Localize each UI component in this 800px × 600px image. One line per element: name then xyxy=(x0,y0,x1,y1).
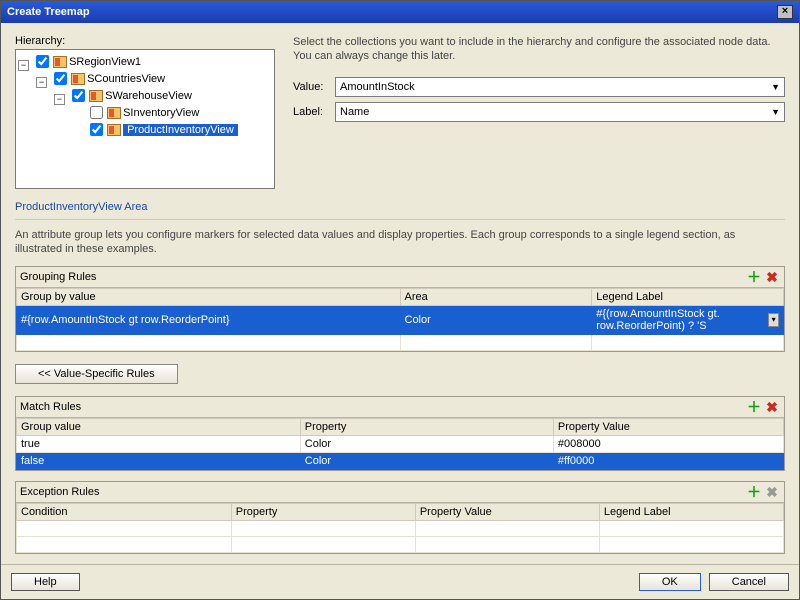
dialog: Create Treemap × Hierarchy: − SRegionVie… xyxy=(0,0,800,600)
value-specific-rules-button[interactable]: << Value-Specific Rules xyxy=(15,364,178,384)
match-rules-table[interactable]: Group value Property Property Value true… xyxy=(16,418,784,470)
close-icon[interactable]: × xyxy=(777,5,793,19)
chevron-down-icon: ▼ xyxy=(771,107,780,117)
tree-checkbox[interactable] xyxy=(90,106,103,119)
content: Hierarchy: − SRegionView1 xyxy=(1,23,799,564)
dialog-title: Create Treemap xyxy=(7,6,90,18)
table-row xyxy=(17,335,784,351)
exception-rules-title: Exception Rules xyxy=(20,486,100,498)
tree-checkbox[interactable] xyxy=(72,89,85,102)
col-property: Property xyxy=(300,419,553,436)
value-label: Value: xyxy=(293,81,329,93)
tree-item-label: SRegionView1 xyxy=(69,56,141,68)
table-row[interactable]: true Color #008000 xyxy=(17,436,784,453)
add-icon[interactable]: ＋ xyxy=(746,484,762,500)
cell-group-value[interactable]: false xyxy=(17,453,301,470)
view-icon xyxy=(53,56,67,68)
tree-item-label: SCountriesView xyxy=(87,73,165,85)
divider xyxy=(15,219,785,220)
title-bar: Create Treemap × xyxy=(1,1,799,23)
col-legend-label: Legend Label xyxy=(592,289,784,306)
cell-group-value[interactable]: true xyxy=(17,436,301,453)
chevron-down-icon: ▼ xyxy=(771,82,780,92)
table-row xyxy=(17,521,784,537)
delete-icon[interactable]: ✖ xyxy=(764,269,780,285)
table-row[interactable]: #{row.AmountInStock gt row.ReorderPoint}… xyxy=(17,306,784,335)
col-property-value: Property Value xyxy=(415,504,599,521)
grouping-rules-title: Grouping Rules xyxy=(20,271,96,283)
table-header-row: Group value Property Property Value xyxy=(17,419,784,436)
tree-checkbox[interactable] xyxy=(54,72,67,85)
area-section-title: ProductInventoryView Area xyxy=(15,201,785,213)
cell-property[interactable]: Color xyxy=(300,436,553,453)
grouping-rules-table[interactable]: Group by value Area Legend Label #{row.A… xyxy=(16,288,784,351)
table-row xyxy=(17,537,784,553)
col-property-value: Property Value xyxy=(553,419,783,436)
view-icon xyxy=(89,90,103,102)
footer: Help OK Cancel xyxy=(1,564,799,599)
collapse-icon[interactable]: − xyxy=(36,77,47,88)
cancel-button[interactable]: Cancel xyxy=(709,573,789,591)
label-selected: Name xyxy=(340,106,369,118)
col-condition: Condition xyxy=(17,504,232,521)
instruction-text: Select the collections you want to inclu… xyxy=(293,35,785,63)
area-description: An attribute group lets you configure ma… xyxy=(15,228,785,256)
col-property: Property xyxy=(231,504,415,521)
table-header-row: Condition Property Property Value Legend… xyxy=(17,504,784,521)
cell-area[interactable]: Color xyxy=(400,306,592,335)
cell-property-value[interactable]: #008000 xyxy=(553,436,783,453)
delete-icon[interactable]: ✖ xyxy=(764,399,780,415)
delete-icon: ✖ xyxy=(764,484,780,500)
tree-item-label: SInventoryView xyxy=(123,107,199,119)
exception-rules-table[interactable]: Condition Property Property Value Legend… xyxy=(16,503,784,553)
value-selected: AmountInStock xyxy=(340,81,415,93)
collapse-icon[interactable]: − xyxy=(54,94,65,105)
value-combo[interactable]: AmountInStock ▼ xyxy=(335,77,785,97)
add-icon[interactable]: ＋ xyxy=(746,399,762,415)
spacer xyxy=(72,125,83,136)
cell-property-value[interactable]: #ff0000 xyxy=(553,453,783,470)
label-label: Label: xyxy=(293,106,329,118)
hierarchy-tree[interactable]: − SRegionView1 − xyxy=(15,49,275,189)
hierarchy-label: Hierarchy: xyxy=(15,35,275,47)
cell-legend-text: #{(row.AmountInStock gt. row.ReorderPoin… xyxy=(596,308,768,332)
tree-checkbox[interactable] xyxy=(90,123,103,136)
cell-group-by-value[interactable]: #{row.AmountInStock gt row.ReorderPoint} xyxy=(17,306,401,335)
spacer xyxy=(72,108,83,119)
table-header-row: Group by value Area Legend Label xyxy=(17,289,784,306)
grouping-rules-panel: Grouping Rules ＋ ✖ Group by value Area L… xyxy=(15,266,785,352)
label-combo[interactable]: Name ▼ xyxy=(335,102,785,122)
col-group-value: Group value xyxy=(17,419,301,436)
cell-legend-label[interactable]: #{(row.AmountInStock gt. row.ReorderPoin… xyxy=(592,306,784,335)
ok-button[interactable]: OK xyxy=(639,573,701,591)
collapse-icon[interactable]: − xyxy=(18,60,29,71)
col-legend-label: Legend Label xyxy=(599,504,783,521)
view-icon xyxy=(107,124,121,136)
view-icon xyxy=(107,107,121,119)
tree-checkbox[interactable] xyxy=(36,55,49,68)
match-rules-panel: Match Rules ＋ ✖ Group value Property Pro… xyxy=(15,396,785,471)
table-row[interactable]: false Color #ff0000 xyxy=(17,453,784,470)
tree-item-label: SWarehouseView xyxy=(105,90,192,102)
cell-property[interactable]: Color xyxy=(300,453,553,470)
view-icon xyxy=(71,73,85,85)
tree-item-label[interactable]: ProductInventoryView xyxy=(123,124,238,136)
help-button[interactable]: Help xyxy=(11,573,80,591)
chevron-down-icon[interactable]: ▾ xyxy=(768,313,779,327)
col-group-by-value: Group by value xyxy=(17,289,401,306)
match-rules-title: Match Rules xyxy=(20,401,81,413)
add-icon[interactable]: ＋ xyxy=(746,269,762,285)
col-area: Area xyxy=(400,289,592,306)
exception-rules-panel: Exception Rules ＋ ✖ Condition Property P… xyxy=(15,481,785,554)
